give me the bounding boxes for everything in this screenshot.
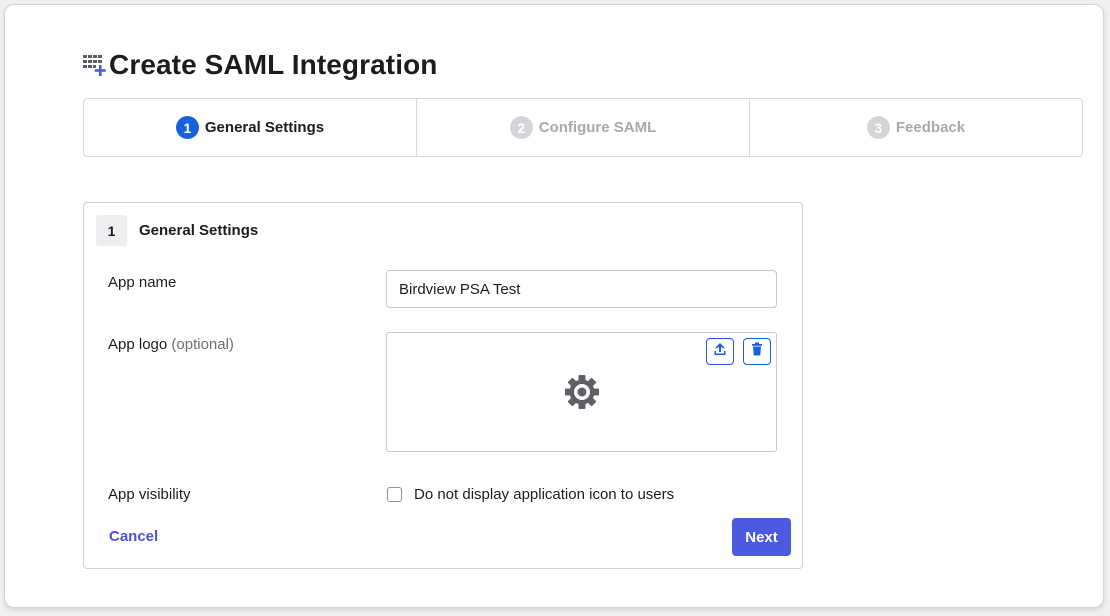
step-general-settings[interactable]: 1 General Settings xyxy=(84,99,417,156)
step-configure-saml[interactable]: 2 Configure SAML xyxy=(417,99,750,156)
step-label: Feedback xyxy=(895,119,966,136)
step-label: General Settings xyxy=(204,119,325,136)
app-logo-dropzone[interactable] xyxy=(386,332,777,452)
step-feedback[interactable]: 3 Feedback xyxy=(750,99,1082,156)
wizard-stepper: 1 General Settings 2 Configure SAML 3 Fe… xyxy=(83,98,1083,157)
upload-logo-button[interactable] xyxy=(706,338,734,365)
delete-logo-button[interactable] xyxy=(743,338,771,365)
next-button[interactable]: Next xyxy=(732,518,791,556)
general-settings-panel: 1 General Settings App name App logo (op… xyxy=(83,202,803,569)
trash-icon xyxy=(749,341,765,362)
cancel-link[interactable]: Cancel xyxy=(109,528,158,545)
step-label: Configure SAML xyxy=(538,119,657,136)
add-app-grid-icon xyxy=(83,53,107,77)
section-title: General Settings xyxy=(139,222,259,239)
page-title: Create SAML Integration xyxy=(109,49,438,80)
step-number: 3 xyxy=(866,116,890,139)
step-number: 2 xyxy=(509,116,533,139)
app-name-label: App name xyxy=(108,274,177,291)
main-card: Create SAML Integration 1 General Settin… xyxy=(4,4,1104,608)
app-name-input[interactable] xyxy=(386,270,777,308)
hide-icon-checkbox-label[interactable]: Do not display application icon to users xyxy=(414,486,674,503)
optional-hint: (optional) xyxy=(171,336,234,353)
app-visibility-label: App visibility xyxy=(108,486,191,503)
page-header: Create SAML Integration xyxy=(83,47,438,83)
app-logo-label-text: App logo xyxy=(108,336,168,353)
hide-icon-checkbox[interactable] xyxy=(387,487,402,502)
gear-icon xyxy=(563,373,601,411)
section-number-badge: 1 xyxy=(96,215,127,246)
upload-icon xyxy=(712,341,728,362)
app-logo-label: App logo (optional) xyxy=(108,336,234,353)
step-number: 1 xyxy=(175,116,199,139)
